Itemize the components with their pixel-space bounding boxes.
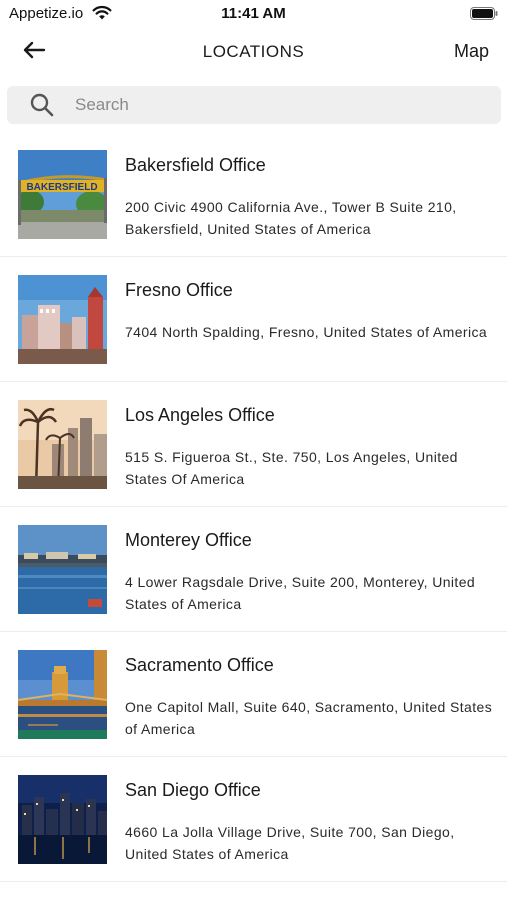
location-name: Sacramento Office xyxy=(125,655,274,675)
search-input[interactable] xyxy=(75,95,501,115)
arrow-left-icon xyxy=(22,41,46,64)
page-title: LOCATIONS xyxy=(202,42,305,61)
location-item-partial[interactable] xyxy=(0,882,507,900)
location-name: Fresno Office xyxy=(125,280,233,300)
location-address: 4 Lower Ragsdale Drive, Suite 200, Monte… xyxy=(125,574,476,612)
location-item-san-diego[interactable]: San Diego Office 4660 La Jolla Village D… xyxy=(0,757,507,882)
location-address: One Capitol Mall, Suite 640, Sacramento,… xyxy=(125,699,493,737)
location-item-monterey[interactable]: Monterey Office 4 Lower Ragsdale Drive, … xyxy=(0,507,507,632)
location-name: Los Angeles Office xyxy=(125,405,275,425)
location-image xyxy=(18,525,107,614)
location-item-fresno[interactable]: Fresno Office 7404 North Spalding, Fresn… xyxy=(0,257,507,382)
location-address: 4660 La Jolla Village Drive, Suite 700, … xyxy=(125,824,455,862)
location-address: 515 S. Figueroa St., Ste. 750, Los Angel… xyxy=(125,449,458,487)
location-image xyxy=(18,275,107,364)
search-icon xyxy=(29,92,55,118)
status-bar: Appetize.io 11:41 AM xyxy=(0,0,507,28)
battery-icon xyxy=(470,7,498,20)
location-item-sacramento[interactable]: Sacramento Office One Capitol Mall, Suit… xyxy=(0,632,507,757)
location-item-los-angeles[interactable]: Los Angeles Office 515 S. Figueroa St., … xyxy=(0,382,507,507)
locations-list: BAKERSFIELD Bakersfield Office 200 Civic… xyxy=(0,132,507,900)
location-address: 7404 North Spalding, Fresno, United Stat… xyxy=(125,324,488,340)
status-time: 11:41 AM xyxy=(221,5,286,22)
location-image xyxy=(18,775,107,864)
location-name: Monterey Office xyxy=(125,530,252,550)
location-image: BAKERSFIELD xyxy=(18,150,107,239)
bakersfield-sign: BAKERSFIELD xyxy=(26,182,97,193)
location-item-bakersfield[interactable]: BAKERSFIELD Bakersfield Office 200 Civic… xyxy=(0,132,507,257)
location-name: San Diego Office xyxy=(125,780,261,800)
location-name: Bakersfield Office xyxy=(125,155,266,175)
location-address: 200 Civic 4900 California Ave., Tower B … xyxy=(125,199,457,237)
location-image xyxy=(18,400,107,489)
location-image xyxy=(18,650,107,739)
back-button[interactable] xyxy=(18,38,50,66)
navigation-bar: LOCATIONS Map xyxy=(0,28,507,78)
search-bar[interactable] xyxy=(7,86,501,124)
map-button[interactable]: Map xyxy=(454,41,489,62)
